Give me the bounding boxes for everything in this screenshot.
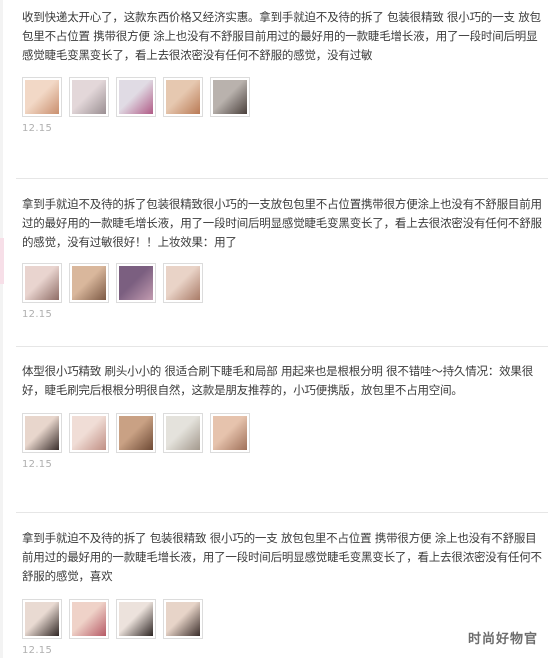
review-photo-thumbnail[interactable] — [69, 413, 109, 453]
review-photo-thumbnail[interactable] — [116, 413, 156, 453]
review-item: 拿到手就迫不及待的拆了 包装很精致 很小巧的一支 放包包里不占位置 携带很方便 … — [16, 529, 548, 669]
review-photo-thumbnail[interactable] — [163, 263, 203, 303]
review-photo-thumbnail[interactable] — [22, 413, 62, 453]
review-text: 拿到手就迫不及待的拆了包装很精致很小巧的一支放包包里不占位置携带很方便涂上也没有… — [22, 197, 542, 249]
review-date: 12.15 — [22, 309, 53, 320]
review-date: 12.15 — [22, 459, 53, 470]
product-photo — [166, 416, 200, 450]
product-photo — [213, 80, 247, 114]
review-photo-thumbnail[interactable] — [116, 77, 156, 117]
review-photo-thumbnail[interactable] — [163, 599, 203, 639]
review-item: 体型很小巧精致 刷头小小的 很适合刷下睫毛和局部 用起来也是根根分明 很不错哇～… — [16, 362, 548, 513]
review-text: 体型很小巧精致 刷头小小的 很适合刷下睫毛和局部 用起来也是根根分明 很不错哇～… — [22, 364, 534, 397]
face-photo — [25, 416, 59, 450]
face-photo — [119, 602, 153, 636]
review-date: 12.15 — [22, 123, 53, 134]
review-item: 拿到手就迫不及待的拆了包装很精致很小巧的一支放包包里不占位置携带很方便涂上也没有… — [16, 195, 548, 347]
review-photo-thumbnail[interactable] — [69, 263, 109, 303]
eye-photo — [25, 266, 59, 300]
review-photo-thumbnail[interactable] — [22, 77, 62, 117]
review-photos — [22, 413, 548, 453]
watermark-text: 时尚好物官 — [467, 632, 538, 647]
review-item: 收到快递太开心了，这款东西价格又经济实惠。拿到手就迫不及待的拆了 包装很精致 很… — [16, 8, 548, 179]
face-photo — [166, 602, 200, 636]
product-photo — [166, 80, 200, 114]
product-photo — [166, 266, 200, 300]
review-photo-thumbnail[interactable] — [22, 599, 62, 639]
review-photo-thumbnail[interactable] — [22, 263, 62, 303]
product-photo — [72, 266, 106, 300]
review-photo-thumbnail[interactable] — [116, 599, 156, 639]
review-photo-thumbnail[interactable] — [163, 77, 203, 117]
face-photo — [25, 602, 59, 636]
page-left-accent — [0, 238, 4, 284]
product-photo — [72, 602, 106, 636]
review-photo-thumbnail[interactable] — [210, 77, 250, 117]
review-photo-thumbnail[interactable] — [163, 413, 203, 453]
product-photo — [72, 416, 106, 450]
review-photo-thumbnail[interactable] — [210, 413, 250, 453]
review-photos — [22, 263, 548, 303]
review-text: 收到快递太开心了，这款东西价格又经济实惠。拿到手就迫不及待的拆了 包装很精致 很… — [22, 10, 541, 62]
page-left-border — [0, 0, 3, 658]
package-photo — [72, 80, 106, 114]
review-photo-thumbnail[interactable] — [69, 77, 109, 117]
review-text: 拿到手就迫不及待的拆了 包装很精致 很小巧的一支 放包包里不占位置 携带很方便 … — [22, 531, 542, 583]
package-photo — [119, 266, 153, 300]
review-photo-thumbnail[interactable] — [116, 263, 156, 303]
review-photo-thumbnail[interactable] — [69, 599, 109, 639]
package-photo — [119, 80, 153, 114]
product-photo — [213, 416, 247, 450]
product-photo — [119, 416, 153, 450]
review-photos — [22, 77, 548, 117]
product-photo — [25, 80, 59, 114]
